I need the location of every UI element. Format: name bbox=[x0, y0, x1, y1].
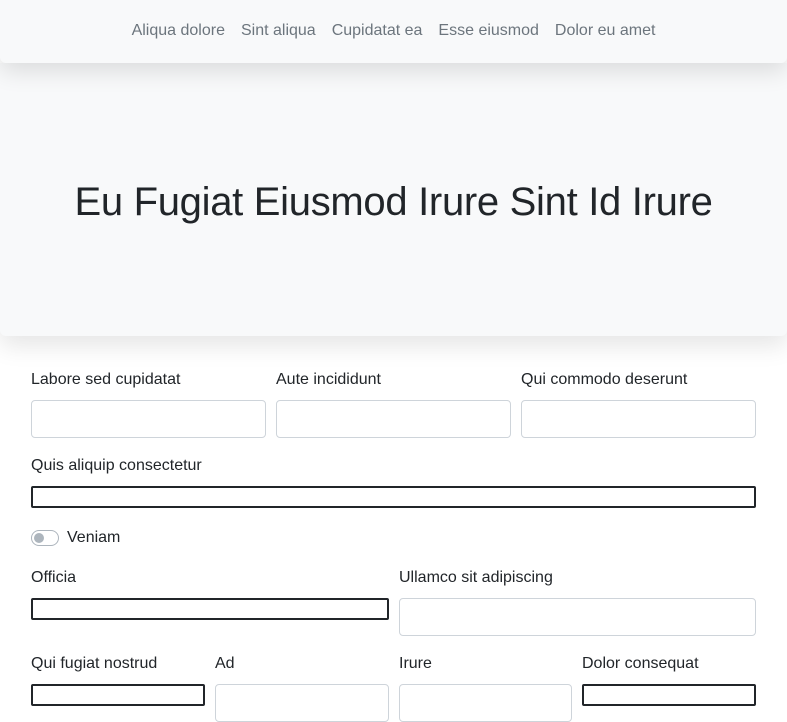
text-field-10[interactable] bbox=[582, 684, 756, 706]
toggle-knob bbox=[34, 533, 44, 543]
field-label-8: Ad bbox=[215, 655, 235, 672]
field-label-7: Qui fugiat nostrud bbox=[31, 655, 158, 672]
field-label-1: Labore sed cupidatat bbox=[31, 371, 181, 388]
text-field-5[interactable] bbox=[31, 598, 389, 620]
top-navbar: Aliqua dolore Sint aliqua Cupidatat ea E… bbox=[0, 0, 787, 63]
text-field-3[interactable] bbox=[521, 400, 756, 438]
nav-link-2[interactable]: Sint aliqua bbox=[241, 19, 316, 43]
hero-section: Eu Fugiat Eiusmod Irure Sint Id Irure bbox=[0, 63, 787, 336]
field-label-10: Dolor consequat bbox=[582, 655, 699, 672]
nav-link-3[interactable]: Cupidatat ea bbox=[332, 19, 423, 43]
field-label-2: Aute incididunt bbox=[276, 371, 381, 388]
text-field-8[interactable] bbox=[215, 684, 389, 722]
text-field-6[interactable] bbox=[399, 598, 756, 636]
text-field-2[interactable] bbox=[276, 400, 511, 438]
text-field-1[interactable] bbox=[31, 400, 266, 438]
text-field-4[interactable] bbox=[31, 486, 756, 508]
nav-link-4[interactable]: Esse eiusmod bbox=[438, 19, 539, 43]
nav-links: Aliqua dolore Sint aliqua Cupidatat ea E… bbox=[132, 19, 656, 44]
field-label-5: Officia bbox=[31, 569, 77, 586]
toggle-label: Veniam bbox=[67, 529, 121, 546]
text-field-7[interactable] bbox=[31, 684, 205, 706]
field-label-3: Qui commodo deserunt bbox=[521, 371, 688, 388]
nav-link-5[interactable]: Dolor eu amet bbox=[555, 19, 656, 43]
text-field-9[interactable] bbox=[399, 684, 572, 722]
nav-link-1[interactable]: Aliqua dolore bbox=[132, 19, 225, 43]
field-label-9: Irure bbox=[399, 655, 432, 672]
field-label-4: Quis aliquip consectetur bbox=[31, 457, 202, 474]
field-label-6: Ullamco sit adipiscing bbox=[399, 569, 553, 586]
page-title: Eu Fugiat Eiusmod Irure Sint Id Irure bbox=[74, 179, 713, 224]
veniam-toggle[interactable] bbox=[31, 530, 59, 546]
